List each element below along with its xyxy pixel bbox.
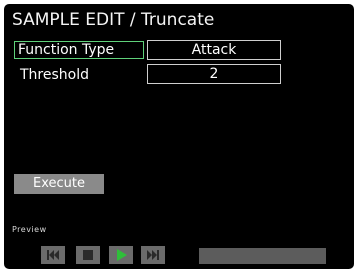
rewind-icon [47, 250, 59, 260]
page-title: SAMPLE EDIT / Truncate [12, 10, 215, 30]
play-icon [117, 249, 127, 261]
execute-button[interactable]: Execute [14, 174, 104, 194]
play-button[interactable] [109, 246, 133, 264]
fast-forward-icon [147, 250, 159, 260]
function-type-label-text: Function Type [18, 42, 115, 58]
function-type-label[interactable]: Function Type [14, 41, 144, 59]
rewind-button[interactable] [41, 246, 65, 264]
stop-button[interactable] [76, 246, 100, 264]
threshold-label: Threshold [20, 67, 89, 83]
threshold-value[interactable]: 2 [147, 64, 281, 84]
device-frame: SAMPLE EDIT / Truncate Function Type Att… [0, 0, 359, 273]
preview-progress-bar [199, 248, 326, 264]
preview-label: Preview [12, 225, 47, 234]
function-type-value[interactable]: Attack [147, 40, 281, 60]
lcd-screen: SAMPLE EDIT / Truncate Function Type Att… [4, 4, 354, 269]
fast-forward-button[interactable] [141, 246, 165, 264]
stop-icon [83, 250, 93, 260]
